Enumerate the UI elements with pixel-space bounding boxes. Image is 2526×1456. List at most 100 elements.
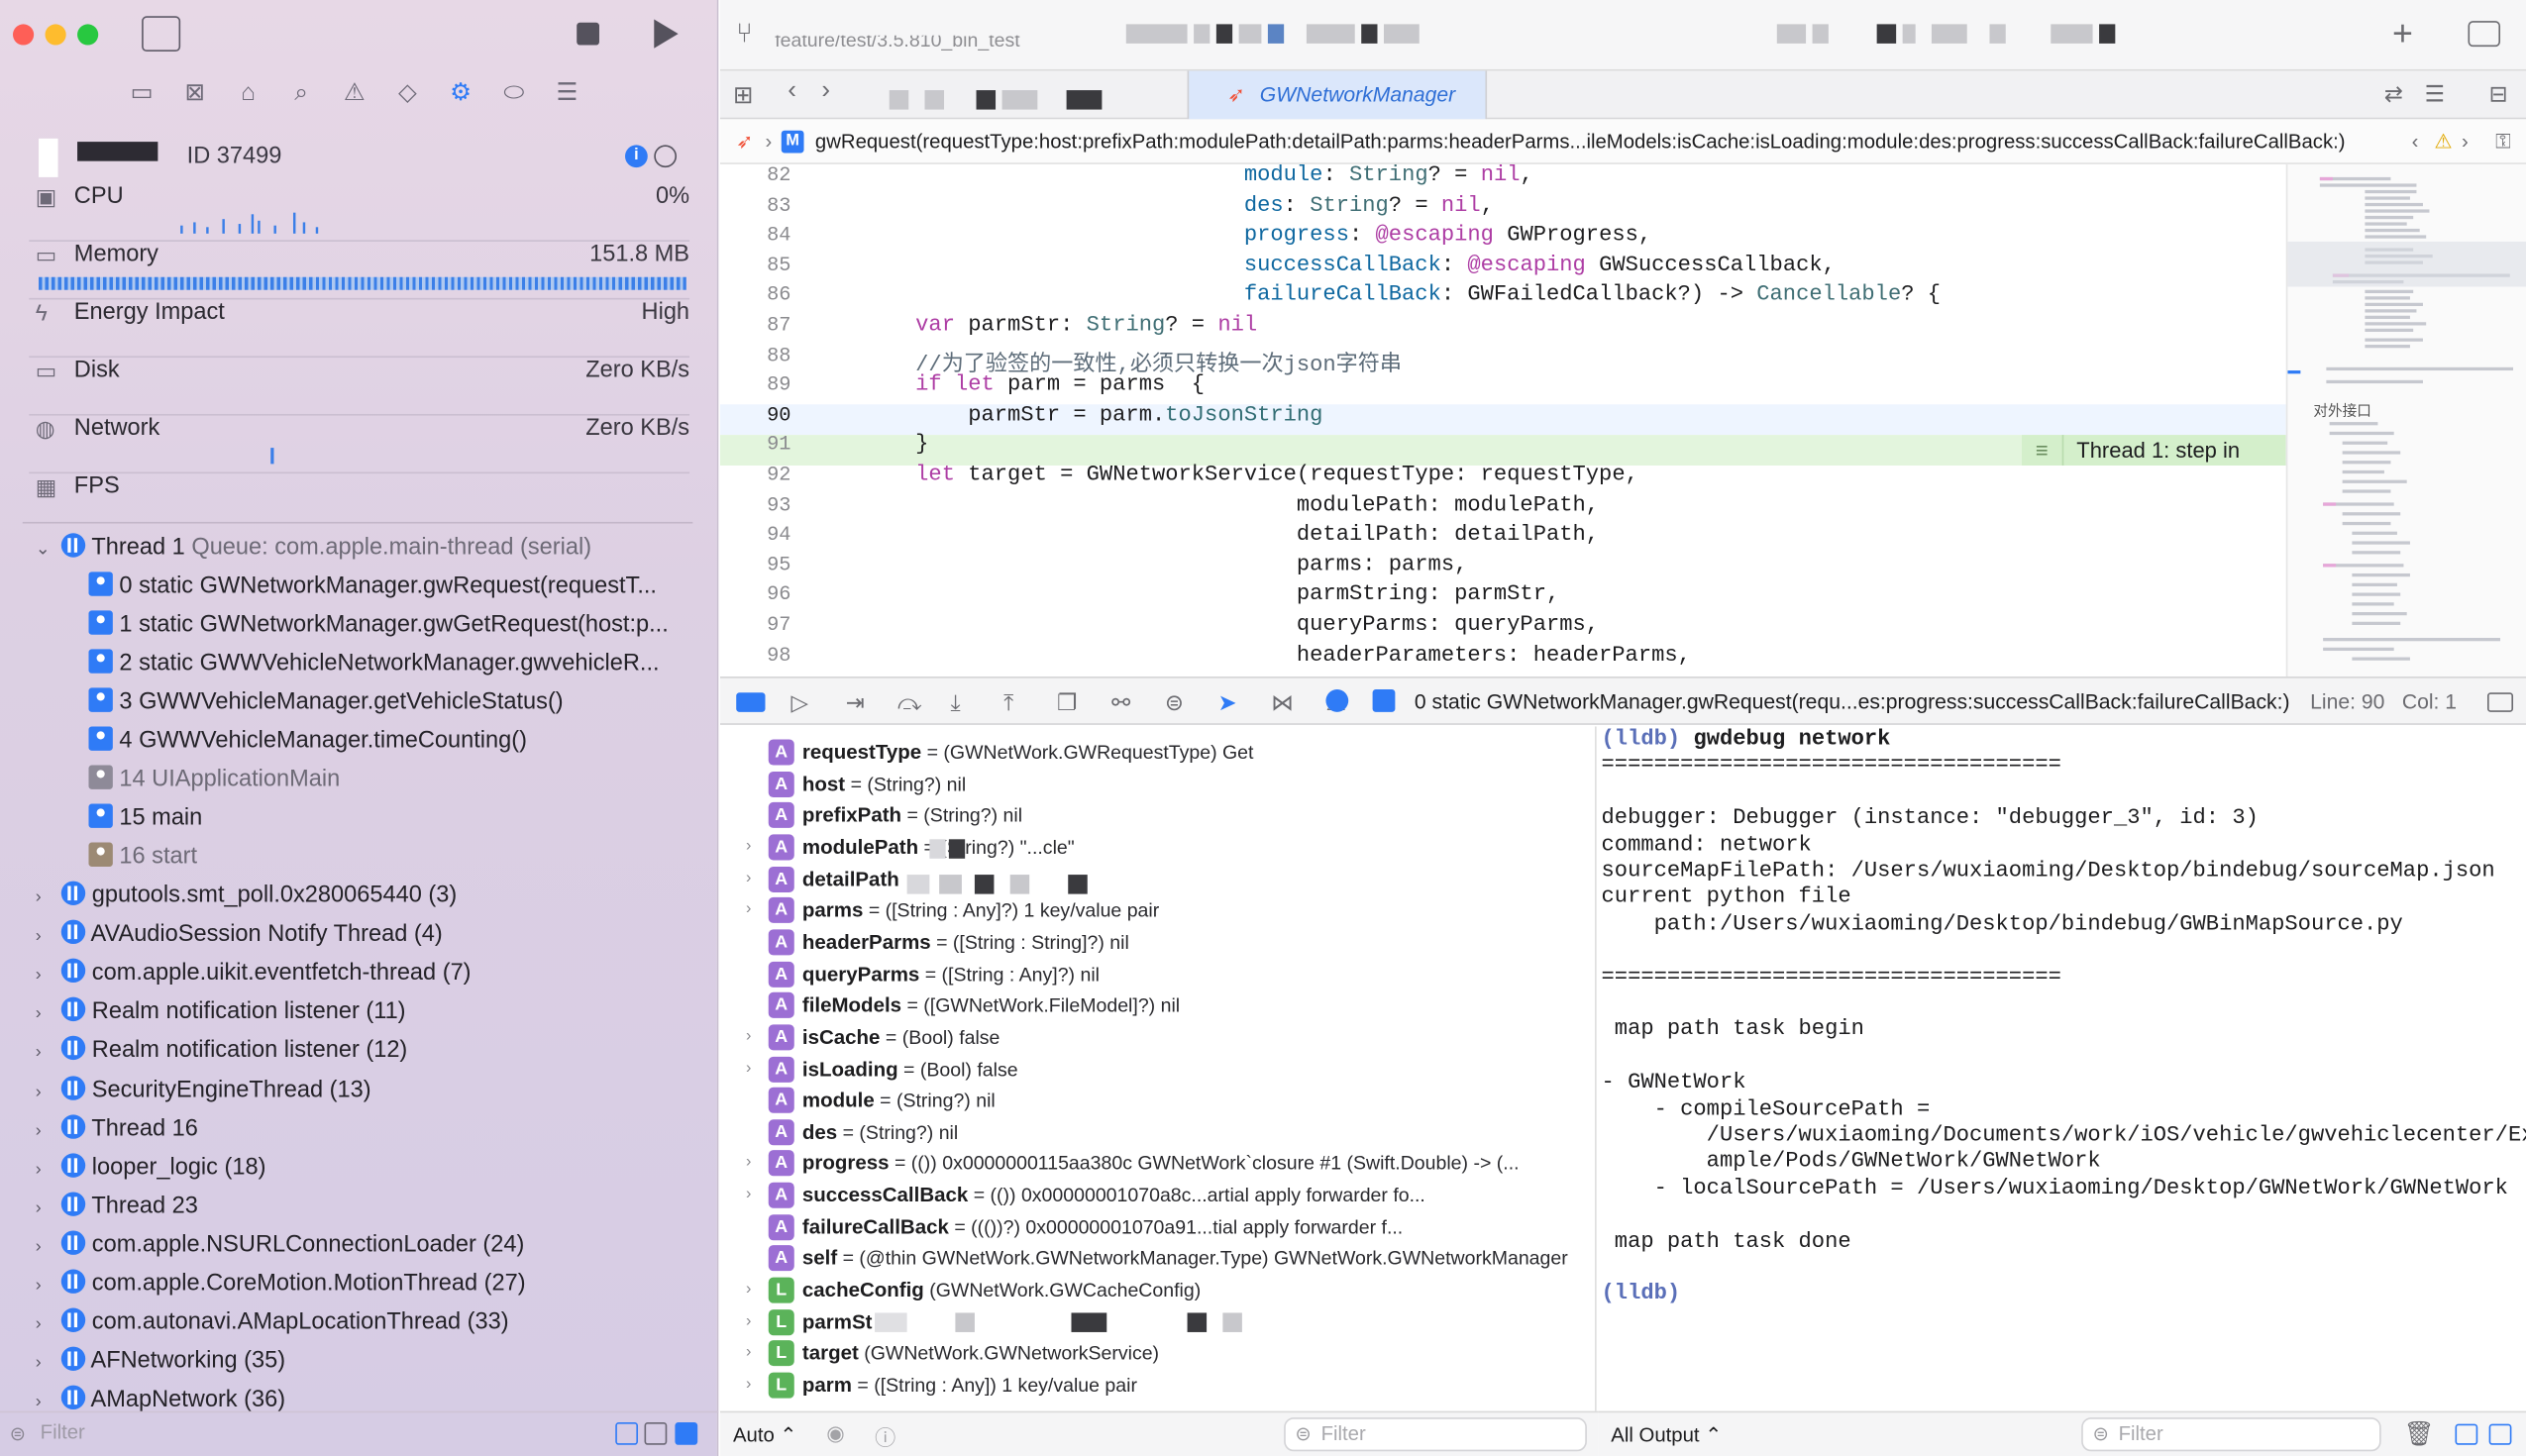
trash-icon[interactable]: 🗑 (2403, 1419, 2434, 1448)
breadcrumb-method[interactable]: gwRequest(requestType:host:prefixPath:mo… (815, 119, 2346, 164)
sidebar-toggle-icon[interactable] (142, 16, 181, 52)
variable-row[interactable]: AheaderParms = ([String : String]?) nil (720, 926, 1597, 959)
variable-row[interactable]: AprefixPath = (String?) nil (720, 799, 1597, 832)
variable-row[interactable]: Amodule = (String?) nil (720, 1085, 1597, 1117)
variable-row[interactable]: › AisLoading = (Bool) false (720, 1053, 1597, 1086)
console-filter-input[interactable]: ⊜ Filter (2081, 1417, 2381, 1452)
debug-frame-label[interactable]: 0 static GWNetworkManager.gwRequest(requ… (1415, 678, 2290, 727)
forward-icon[interactable]: › (821, 77, 830, 106)
gauge-cpu[interactable]: ▣ CPU 0% (29, 183, 690, 242)
show-variables-icon[interactable] (2455, 1423, 2478, 1445)
view-hierarchy-icon[interactable]: ❐ (1057, 689, 1077, 715)
thread-row[interactable]: › looper_logic (18) (36, 1148, 702, 1187)
code-line[interactable]: module: String? = nil, (810, 164, 1533, 188)
grid-icon[interactable]: ⊞ (733, 80, 753, 110)
warning-icon[interactable]: ⚠ (2434, 119, 2452, 164)
source-editor[interactable]: 82 module: String? = nil, 83 des: String?… (719, 163, 2286, 677)
chevron-right-icon[interactable]: › (36, 994, 55, 1031)
thread-row[interactable]: › Realm notification listener (11) (36, 992, 702, 1031)
code-line[interactable]: let target = GWNetworkService(requestTyp… (810, 464, 1638, 487)
chevron-right-icon[interactable]: › (36, 1344, 55, 1381)
variable-row[interactable]: › LcacheConfig (GWNetWork.GWCacheConfig) (720, 1274, 1597, 1306)
pause-process-icon[interactable] (654, 145, 678, 168)
code-line[interactable]: modulePath: modulePath, (810, 494, 1599, 518)
gauge-memory[interactable]: ▭ Memory 151.8 MB (29, 242, 690, 300)
code-line[interactable]: //为了验签的一致性,必须只转换一次json字符串 (810, 344, 1402, 377)
stop-icon[interactable] (577, 22, 599, 46)
memory-graph-icon[interactable]: ⚯ (1111, 689, 1130, 715)
variables-filter-input[interactable]: ⊜ Filter (1284, 1417, 1587, 1452)
thread-row[interactable]: › AMapNetwork (36) (36, 1381, 702, 1413)
stack-frame-row[interactable]: 1 static GWNetworkManager.gwGetRequest(h… (88, 605, 700, 644)
chevron-right-icon[interactable]: › (36, 1189, 55, 1225)
thread-row[interactable]: › Realm notification listener (12) (36, 1031, 702, 1070)
filter-option-icon[interactable] (675, 1422, 698, 1445)
console-output[interactable]: (lldb) gwdebug network ==================… (1598, 726, 2526, 1411)
code-line[interactable]: parms: parms, (810, 554, 1467, 577)
eye-icon[interactable]: ◉ (826, 1420, 844, 1446)
stack-frame-row[interactable]: 4 GWWVehicleManager.timeCounting() (88, 722, 700, 761)
thread-row[interactable]: › SecurityEngineThread (13) (36, 1071, 702, 1109)
symbol-icon[interactable]: ⌂ (232, 77, 264, 110)
step-out-icon[interactable]: ⤒ (1003, 689, 1013, 715)
code-line[interactable]: parmString: parmStr, (810, 583, 1559, 607)
search-icon[interactable]: ⌕ (285, 77, 318, 110)
back-icon[interactable]: ‹ (788, 77, 796, 106)
variable-row[interactable]: › Aprogress = (()) 0x0000000115aa380c GWN… (720, 1148, 1597, 1181)
variable-row[interactable]: › Lparm = ([String : Any]) 1 key/value pa… (720, 1369, 1597, 1402)
stack-frame-row[interactable]: 16 start (88, 838, 700, 877)
code-line[interactable]: detailPath: detailPath, (810, 524, 1599, 548)
output-filter-select[interactable]: All Output ⌃ (1611, 1422, 1722, 1447)
chevron-right-icon[interactable]: › (746, 863, 751, 895)
chevron-right-icon[interactable]: › (36, 1072, 55, 1108)
chevron-right-icon[interactable]: › (36, 956, 55, 992)
info-icon[interactable]: i (625, 145, 648, 168)
thread-row[interactable]: › Thread 16 (36, 1109, 702, 1148)
variable-row[interactable]: Aself = (@thin GWNetWork.GWNetworkManage… (720, 1243, 1597, 1276)
thread-row[interactable]: › com.apple.NSURLConnectionLoader (24) (36, 1225, 702, 1264)
code-line[interactable]: } (810, 434, 928, 458)
variable-row[interactable]: Ahost = (String?) nil (720, 768, 1597, 800)
chevron-down-icon[interactable]: ⌄ (36, 530, 55, 569)
gauge-disk[interactable]: ▭ Disk Zero KB/s (29, 358, 690, 416)
chevron-right-icon[interactable]: › (36, 1383, 55, 1413)
thread-row[interactable]: › AVAudioSession Notify Thread (4) (36, 915, 702, 954)
run-icon[interactable] (654, 19, 679, 49)
code-line[interactable]: parmStr = parm.toJsonString (810, 404, 1322, 428)
step-into-icon[interactable]: ⤓ (951, 689, 961, 715)
stack-frame-row[interactable]: 0 static GWNetworkManager.gwRequest(requ… (88, 567, 700, 605)
chevron-right-icon[interactable]: › (746, 1305, 751, 1338)
chevron-right-icon[interactable]: › (746, 1369, 751, 1402)
chevron-right-icon[interactable]: › (746, 1274, 751, 1306)
zoom-window-button[interactable] (77, 24, 99, 46)
folder-icon[interactable]: ▭ (126, 77, 158, 110)
split-editor-icon[interactable]: ⊟ (2489, 80, 2508, 108)
chevron-right-icon[interactable]: › (36, 1227, 55, 1264)
variable-row[interactable]: AfileModels = ([GWNetWork.FileModel]?) n… (720, 989, 1597, 1022)
variable-row[interactable]: › AisCache = (Bool) false (720, 1021, 1597, 1054)
variables-view[interactable]: ArequestType = (GWNetWork.GWRequestType)… (719, 726, 1597, 1411)
tabs-redacted[interactable] (889, 85, 1103, 109)
thread-row[interactable]: › com.apple.CoreMotion.MotionThread (27) (36, 1265, 702, 1303)
debug-icon[interactable]: ⚙ (445, 77, 477, 110)
breakpoints-toggle-icon[interactable]: ▷ (791, 689, 809, 715)
variable-row[interactable]: › AmodulePath = (String?) "...cle" (720, 831, 1597, 864)
stack-frame-row[interactable]: 3 GWWVehicleManager.getVehicleStatus() (88, 683, 700, 722)
close-window-button[interactable] (13, 24, 35, 46)
chevron-right-icon[interactable]: › (36, 878, 55, 914)
instruments-icon[interactable]: ⋈ (1271, 689, 1294, 715)
thread-row[interactable]: › com.autonavi.AMapLocationThread (33) (36, 1303, 702, 1342)
tab-gwnetworkmanager[interactable]: ➶ GWNetworkManager (1187, 70, 1488, 120)
previous-issue-icon[interactable]: ‹ (2412, 119, 2419, 164)
navigator-filter-input[interactable]: Filter (41, 1420, 85, 1443)
next-issue-icon[interactable]: › (2462, 119, 2469, 164)
lock-icon[interactable]: ⚿ (2495, 119, 2510, 164)
thread-row[interactable]: › AFNetworking (35) (36, 1342, 702, 1381)
stack-frame-row[interactable]: 2 static GWWVehicleNetworkManager.gwvehi… (88, 645, 700, 683)
chevron-right-icon[interactable]: › (36, 1110, 55, 1147)
variable-row[interactable]: ArequestType = (GWNetWork.GWRequestType)… (720, 736, 1597, 769)
chevron-right-icon[interactable]: › (36, 1033, 55, 1070)
gauge-energy[interactable]: ϟ Energy Impact High (29, 299, 690, 359)
environment-overrides-icon[interactable]: ⊜ (1165, 689, 1184, 715)
variables-scope-select[interactable]: Auto ⌃ (733, 1422, 797, 1447)
